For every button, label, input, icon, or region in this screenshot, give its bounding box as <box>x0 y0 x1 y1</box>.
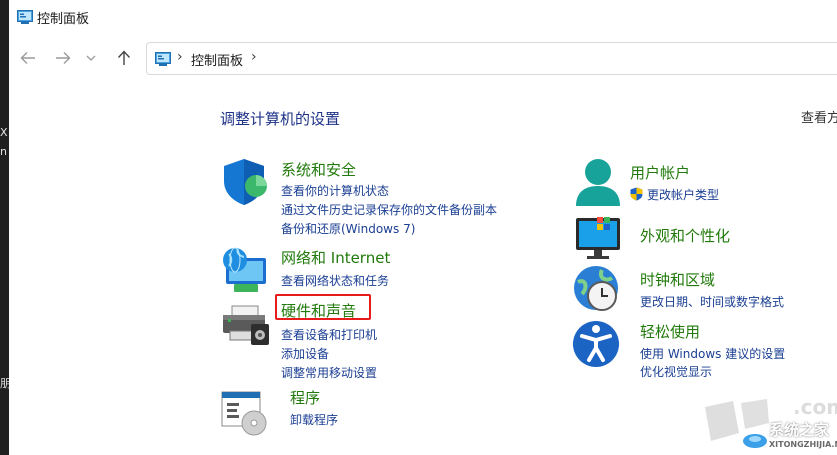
shield-icon[interactable] <box>220 156 272 208</box>
page-heading: 调整计算机的设置 <box>220 110 341 128</box>
back-button[interactable] <box>17 46 39 70</box>
category-title-network[interactable]: 网络和 Internet <box>281 247 390 268</box>
address-bar[interactable]: › 控制面板 › <box>146 42 837 75</box>
link-network-status[interactable]: 查看网络状态和任务 <box>281 272 389 289</box>
main-content: 调整计算机的设置 查看方 系统和安全 查看你的计算机状态 通过文件历史记录保存你… <box>9 84 837 455</box>
appearance-monitor-icon[interactable] <box>572 214 624 266</box>
back-arrow-icon <box>20 52 35 64</box>
category-programs: 程序 卸载程序 <box>220 384 540 440</box>
category-ease-of-access: 轻松使用 使用 Windows 建议的设置 优化视觉显示 <box>572 318 832 379</box>
category-title-user-accounts[interactable]: 用户帐户 <box>630 162 690 183</box>
category-clock-region: 时钟和区域 更改日期、时间或数字格式 <box>572 264 832 316</box>
link-file-history-backup[interactable]: 通过文件历史记录保存你的文件备份副本 <box>281 201 497 218</box>
red-highlight-box <box>275 294 371 320</box>
title-bar[interactable]: 控制面板 <box>9 0 837 34</box>
left-edge-char: X <box>0 126 8 139</box>
link-change-date-time-format[interactable]: 更改日期、时间或数字格式 <box>640 293 784 310</box>
uac-shield-icon <box>630 186 643 205</box>
category-network: 网络和 Internet 查看网络状态和任务 <box>220 244 540 296</box>
control-panel-icon <box>17 9 33 28</box>
watermark-brand: 系统之家 <box>769 421 830 439</box>
up-arrow-icon <box>117 50 131 65</box>
control-panel-window: 控制面板 › 控制面板 › 调整计算机的设置 查看方 系统和安全 查看你的计算机… <box>9 0 837 455</box>
window-title: 控制面板 <box>37 12 90 27</box>
forward-button[interactable] <box>52 46 74 70</box>
breadcrumb-control-panel[interactable]: 控制面板 <box>191 50 243 69</box>
watermark-domain: XITONGZHIJIA.NET <box>769 440 837 449</box>
link-optimize-visual-display[interactable]: 优化视觉显示 <box>640 363 712 380</box>
printer-icon[interactable] <box>220 304 272 356</box>
clock-globe-icon[interactable] <box>572 264 624 316</box>
forward-arrow-icon <box>56 52 71 64</box>
category-title-appearance[interactable]: 外观和个性化 <box>640 225 730 246</box>
navigation-bar: › 控制面板 › <box>9 34 837 84</box>
background-window-strip: X n 朋 <box>0 0 11 455</box>
category-title-clock-region[interactable]: 时钟和区域 <box>640 269 715 290</box>
link-uninstall-program[interactable]: 卸载程序 <box>290 411 338 428</box>
category-title-ease-of-access[interactable]: 轻松使用 <box>640 321 700 342</box>
category-title-system-security[interactable]: 系统和安全 <box>281 159 356 180</box>
category-hardware-sound: 硬件和声音 查看设备和打印机 添加设备 调整常用移动设置 <box>220 296 540 380</box>
up-button[interactable] <box>113 46 135 70</box>
link-windows-recommended-settings[interactable]: 使用 Windows 建议的设置 <box>640 345 785 362</box>
category-user-accounts: 用户帐户 更改帐户类型 <box>572 156 812 208</box>
link-mobility-settings[interactable]: 调整常用移动设置 <box>281 364 377 381</box>
control-panel-icon <box>155 51 171 70</box>
recent-locations-button[interactable] <box>84 46 98 70</box>
programs-icon[interactable] <box>220 390 272 442</box>
site-watermark: .com 系统之家 XITONGZHIJIA.NET <box>697 393 837 455</box>
breadcrumb-separator-icon[interactable]: › <box>177 49 183 65</box>
watermark-com: .com <box>793 395 837 419</box>
category-system-security: 系统和安全 查看你的计算机状态 通过文件历史记录保存你的文件备份副本 备份和还原… <box>220 156 540 236</box>
link-devices-printers[interactable]: 查看设备和打印机 <box>281 326 377 343</box>
breadcrumb-separator-icon[interactable]: › <box>251 49 257 65</box>
view-by-label[interactable]: 查看方 <box>801 107 837 126</box>
category-appearance: 外观和个性化 <box>572 214 812 262</box>
category-title-programs[interactable]: 程序 <box>290 387 320 408</box>
link-add-device[interactable]: 添加设备 <box>281 345 329 362</box>
network-globe-icon[interactable] <box>220 244 272 296</box>
link-change-account-type[interactable]: 更改帐户类型 <box>647 186 719 203</box>
chevron-down-icon <box>86 55 96 61</box>
left-edge-char: n <box>0 145 7 158</box>
link-view-computer-status[interactable]: 查看你的计算机状态 <box>281 182 389 199</box>
accessibility-icon[interactable] <box>572 318 624 370</box>
user-account-icon[interactable] <box>572 156 624 208</box>
link-backup-restore[interactable]: 备份和还原(Windows 7) <box>281 220 415 237</box>
